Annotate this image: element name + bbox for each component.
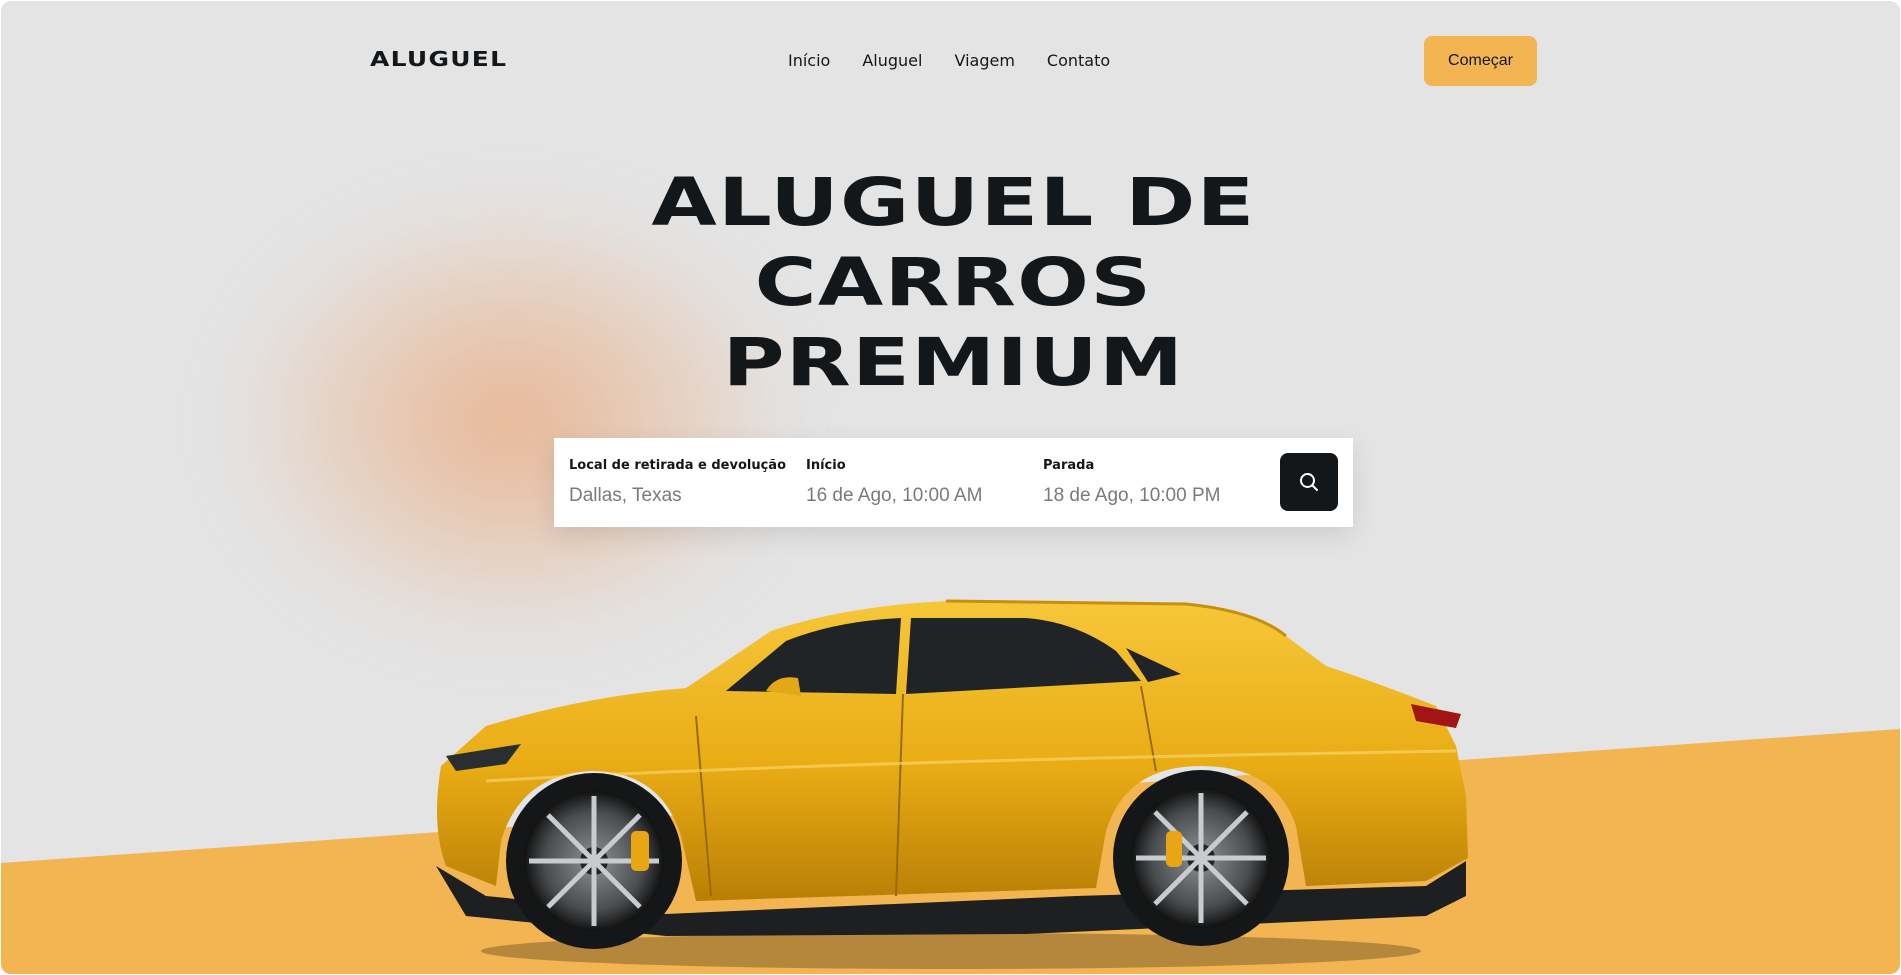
main-nav: Início Aluguel Viagem Contato: [788, 51, 1110, 70]
start-date-label: Início: [806, 458, 846, 473]
end-date-label: Parada: [1043, 458, 1095, 473]
site-header: ALUGUEL Início Aluguel Viagem Contato Co…: [1, 1, 1900, 121]
nav-item-aluguel[interactable]: Aluguel: [862, 51, 922, 70]
start-date-field[interactable]: Início 16 de Ago, 10:00 AM: [806, 458, 1043, 507]
pickup-location-label: Local de retirada e devolução: [569, 458, 787, 473]
get-started-button[interactable]: Começar: [1424, 36, 1537, 86]
page: ALUGUEL Início Aluguel Viagem Contato Co…: [1, 1, 1900, 974]
car-image: [436, 599, 1468, 969]
end-date-field[interactable]: Parada 18 de Ago, 10:00 PM: [1043, 458, 1280, 507]
pickup-location-value[interactable]: Dallas, Texas: [569, 485, 806, 507]
hero-title-line: CARROS: [754, 244, 1153, 321]
nav-item-contato[interactable]: Contato: [1047, 51, 1110, 70]
hero-title-line: PREMIUM: [722, 324, 1185, 401]
hero-title-line: ALUGUEL DE: [651, 164, 1256, 241]
search-button[interactable]: [1280, 453, 1338, 511]
logo[interactable]: ALUGUEL: [370, 47, 507, 71]
booking-search-bar: Local de retirada e devolução Dallas, Te…: [554, 438, 1353, 527]
start-date-value[interactable]: 16 de Ago, 10:00 AM: [806, 485, 1043, 507]
search-icon: [1300, 473, 1318, 491]
nav-item-viagem[interactable]: Viagem: [954, 51, 1014, 70]
end-date-value[interactable]: 18 de Ago, 10:00 PM: [1043, 485, 1280, 507]
hero-title: ALUGUEL DE CARROS PREMIUM: [1, 163, 1900, 403]
nav-item-inicio[interactable]: Início: [788, 51, 830, 70]
pickup-location-field[interactable]: Local de retirada e devolução Dallas, Te…: [569, 458, 806, 507]
